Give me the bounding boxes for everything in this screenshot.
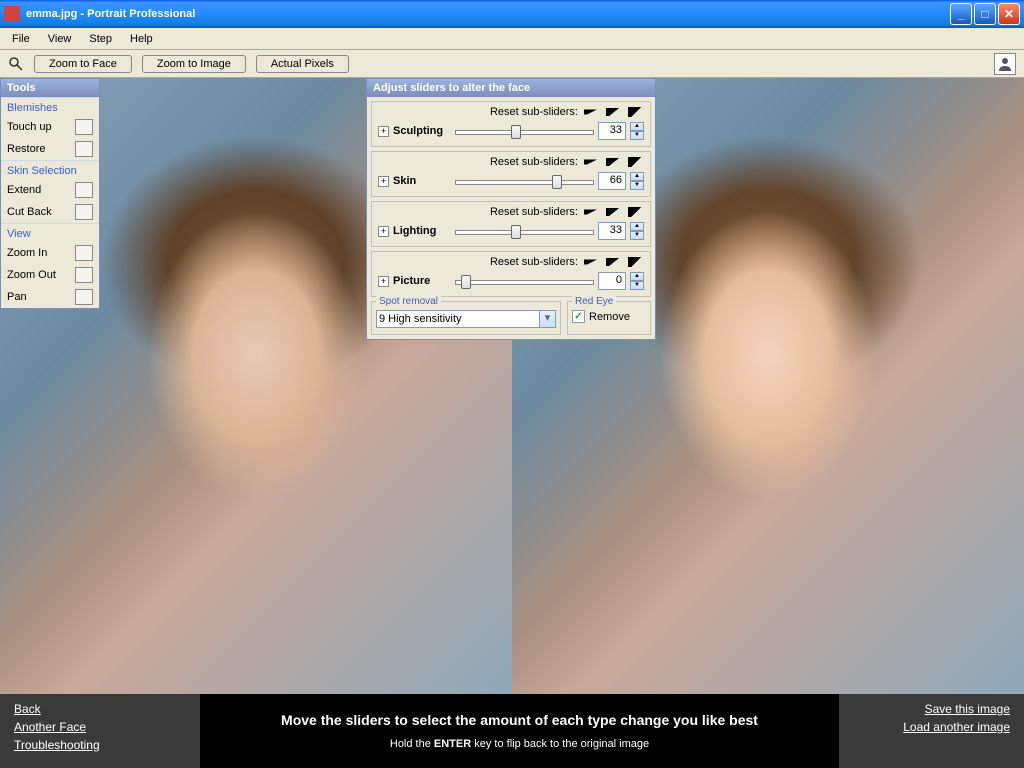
tools-header: Tools: [1, 79, 99, 97]
preset-low-icon[interactable]: [584, 210, 600, 215]
cutback-tool[interactable]: Cut Back: [1, 201, 99, 223]
slider-label: Sculpting: [393, 125, 451, 137]
view-section: View: [1, 223, 99, 242]
footer-instruction: Move the sliders to select the amount of…: [281, 712, 758, 728]
slider-label: Lighting: [393, 225, 451, 237]
skin-slider[interactable]: [455, 172, 594, 190]
zoom-to-face-button[interactable]: Zoom to Face: [34, 55, 132, 73]
preset-high-icon[interactable]: [628, 207, 644, 217]
tools-panel: Tools Blemishes Touch up Restore Skin Se…: [0, 78, 100, 309]
preset-low-icon[interactable]: [584, 160, 600, 165]
restore-tool[interactable]: Restore: [1, 138, 99, 160]
slider-label: Skin: [393, 175, 451, 187]
footer: Back Another Face Troubleshooting Move t…: [0, 694, 1024, 768]
blemishes-section: Blemishes: [1, 97, 99, 116]
redeye-checkbox[interactable]: ✓: [572, 310, 585, 323]
spin-up[interactable]: ▲: [630, 172, 644, 181]
spin-up[interactable]: ▲: [630, 222, 644, 231]
brush-icon: [75, 119, 93, 135]
spin-down[interactable]: ▼: [630, 131, 644, 140]
pan-tool[interactable]: Pan: [1, 286, 99, 308]
preset-med-icon[interactable]: [606, 158, 622, 166]
preset-med-icon[interactable]: [606, 208, 622, 216]
save-image-link[interactable]: Save this image: [925, 702, 1010, 716]
slider-value[interactable]: 66: [598, 172, 626, 190]
window-title: emma.jpg - Portrait Professional: [26, 8, 950, 20]
slider-value[interactable]: 33: [598, 222, 626, 240]
skin-selection-section: Skin Selection: [1, 160, 99, 179]
touchup-tool[interactable]: Touch up: [1, 116, 99, 138]
menu-help[interactable]: Help: [122, 31, 161, 47]
zoom-in-icon: [75, 245, 93, 261]
redeye-group: Red Eye ✓ Remove: [567, 301, 651, 335]
lighting-slider[interactable]: [455, 222, 594, 240]
profile-icon[interactable]: [994, 53, 1016, 75]
expand-button[interactable]: +: [378, 276, 389, 287]
zoomout-tool[interactable]: Zoom Out: [1, 264, 99, 286]
mask-icon: [75, 182, 93, 198]
mask-icon: [75, 204, 93, 220]
spin-down[interactable]: ▼: [630, 181, 644, 190]
extend-tool[interactable]: Extend: [1, 179, 99, 201]
expand-button[interactable]: +: [378, 126, 389, 137]
expand-button[interactable]: +: [378, 176, 389, 187]
footer-subinstruction: Hold the ENTER key to flip back to the o…: [390, 736, 649, 750]
hand-icon: [75, 289, 93, 305]
expand-button[interactable]: +: [378, 226, 389, 237]
another-face-link[interactable]: Another Face: [14, 720, 186, 734]
slider-thumb[interactable]: [511, 125, 521, 139]
actual-pixels-button[interactable]: Actual Pixels: [256, 55, 349, 73]
preset-high-icon[interactable]: [628, 107, 644, 117]
titlebar: emma.jpg - Portrait Professional _ □ ✕: [0, 0, 1024, 28]
spin-down[interactable]: ▼: [630, 231, 644, 240]
preset-low-icon[interactable]: [584, 110, 600, 115]
preset-low-icon[interactable]: [584, 260, 600, 265]
zoomin-tool[interactable]: Zoom In: [1, 242, 99, 264]
menubar: File View Step Help: [0, 28, 1024, 50]
adjust-header: Adjust sliders to alter the face: [367, 79, 655, 97]
slider-label: Picture: [393, 275, 451, 287]
magnifier-icon: [8, 56, 24, 72]
menu-view[interactable]: View: [40, 31, 80, 47]
troubleshooting-link[interactable]: Troubleshooting: [14, 738, 186, 752]
brush-icon: [75, 141, 93, 157]
maximize-button[interactable]: □: [974, 3, 996, 25]
preset-med-icon[interactable]: [606, 108, 622, 116]
slider-thumb[interactable]: [461, 275, 471, 289]
spot-removal-input[interactable]: [376, 310, 540, 328]
spin-up[interactable]: ▲: [630, 272, 644, 281]
minimize-button[interactable]: _: [950, 3, 972, 25]
app-icon: [4, 6, 20, 22]
spot-removal-group: Spot removal ▾: [371, 301, 561, 335]
sculpting-slider[interactable]: [455, 122, 594, 140]
picture-slider[interactable]: [455, 272, 594, 290]
zoom-out-icon: [75, 267, 93, 283]
slider-value[interactable]: 33: [598, 122, 626, 140]
dropdown-icon[interactable]: ▾: [540, 310, 556, 328]
remove-label: Remove: [589, 311, 630, 323]
menu-file[interactable]: File: [4, 31, 38, 47]
zoom-to-image-button[interactable]: Zoom to Image: [142, 55, 246, 73]
spot-removal-combo[interactable]: ▾: [376, 310, 556, 328]
toolbar: Zoom to Face Zoom to Image Actual Pixels: [0, 50, 1024, 78]
load-image-link[interactable]: Load another image: [903, 720, 1010, 734]
spin-down[interactable]: ▼: [630, 281, 644, 290]
preset-high-icon[interactable]: [628, 157, 644, 167]
slider-thumb[interactable]: [552, 175, 562, 189]
adjust-panel: Adjust sliders to alter the face Reset s…: [366, 78, 656, 340]
back-link[interactable]: Back: [14, 702, 186, 716]
slider-value[interactable]: 0: [598, 272, 626, 290]
preset-med-icon[interactable]: [606, 258, 622, 266]
close-button[interactable]: ✕: [998, 3, 1020, 25]
slider-thumb[interactable]: [511, 225, 521, 239]
menu-step[interactable]: Step: [81, 31, 120, 47]
preset-high-icon[interactable]: [628, 257, 644, 267]
spin-up[interactable]: ▲: [630, 122, 644, 131]
